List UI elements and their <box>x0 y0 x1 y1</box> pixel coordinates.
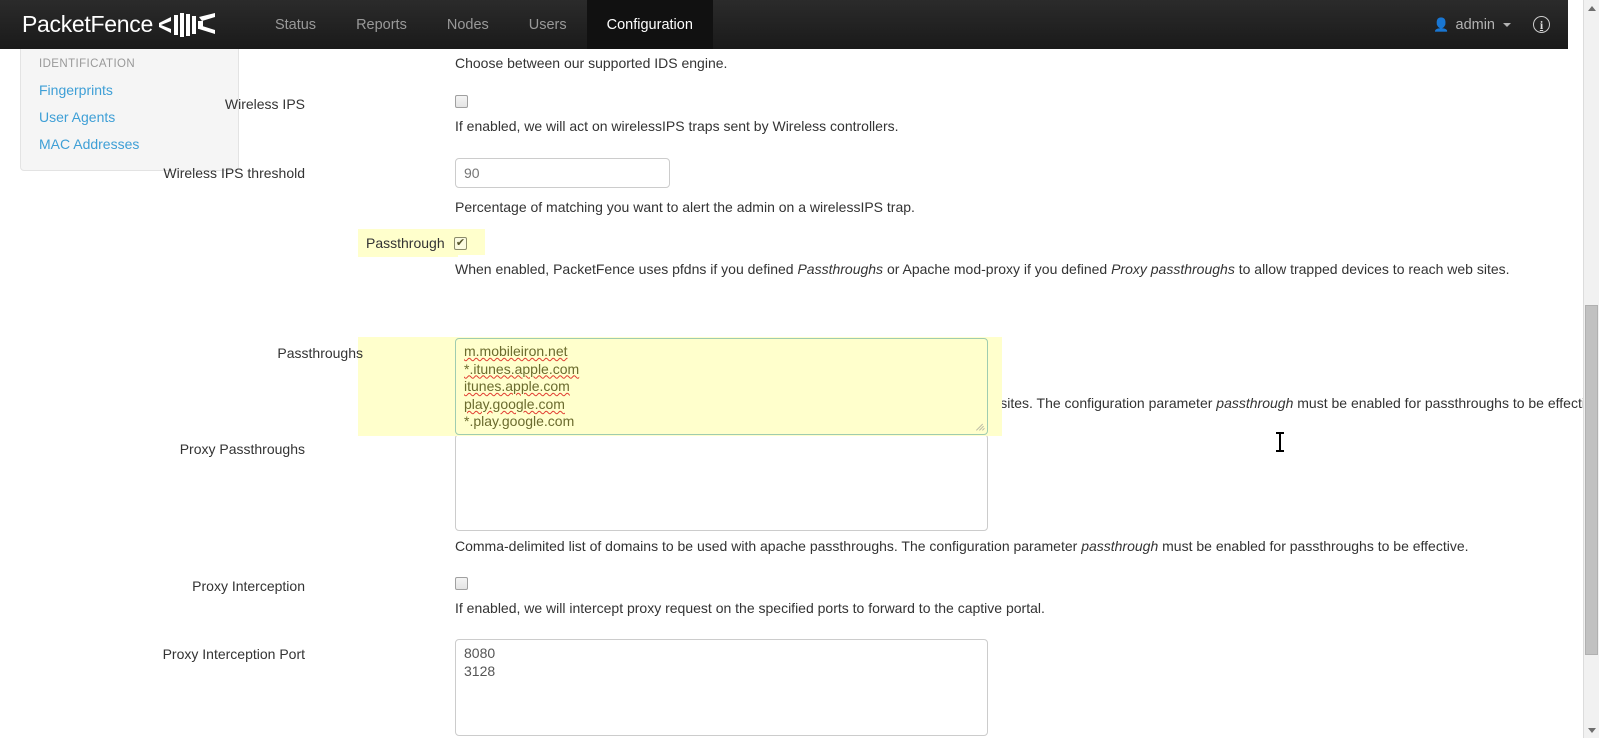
nav-item-reports[interactable]: Reports <box>336 0 427 49</box>
scrollbar-thumb[interactable] <box>1585 305 1598 655</box>
nav-item-status[interactable]: Status <box>255 0 336 49</box>
proxy-interception-label: Proxy Interception <box>192 578 305 594</box>
wireless-ips-threshold-label: Wireless IPS threshold <box>163 165 305 181</box>
passthroughs-line: itunes.apple.com <box>464 378 570 395</box>
page-scrollbar[interactable] <box>1583 0 1599 738</box>
passthroughs-line: m.mobileiron.net <box>464 343 568 359</box>
main-nav: Status Reports Nodes Users Configuration <box>255 0 713 49</box>
passthroughs-label: Passthroughs <box>277 345 363 361</box>
top-navbar: PacketFence Status Reports Nodes Users C… <box>0 0 1568 49</box>
passthrough-label: Passthrough <box>358 229 458 257</box>
nav-item-users[interactable]: Users <box>509 0 587 49</box>
configuration-form: Choose between our supported IDS engine.… <box>0 49 1599 738</box>
proxy-interception-checkbox[interactable] <box>455 577 468 590</box>
proxy-interception-port-textarea[interactable] <box>455 639 988 736</box>
passthroughs-textarea[interactable]: m.mobileiron.net *.itunes.apple.com itun… <box>455 338 988 435</box>
brand-logo[interactable]: PacketFence <box>0 0 233 49</box>
proxy-interception-port-label: Proxy Interception Port <box>162 646 305 662</box>
user-menu[interactable]: 👤 admin <box>1433 17 1511 33</box>
nav-item-configuration[interactable]: Configuration <box>586 0 713 49</box>
info-icon[interactable]: i <box>1533 16 1550 33</box>
user-menu-label: admin <box>1455 16 1496 33</box>
brand-name: PacketFence <box>22 11 153 37</box>
scroll-down-button[interactable] <box>1584 722 1599 738</box>
wireless-ips-help: If enabled, we will act on wirelessIPS t… <box>455 118 899 134</box>
wireless-ips-threshold-help: Percentage of matching you want to alert… <box>455 199 915 215</box>
navbar-right: 👤 admin i <box>1433 0 1568 49</box>
proxy-interception-help: If enabled, we will intercept proxy requ… <box>455 600 1045 616</box>
user-icon: 👤 <box>1433 16 1450 32</box>
proxy-passthroughs-help: Comma-delimited list of domains to be us… <box>455 538 1469 554</box>
wireless-ips-checkbox[interactable] <box>455 95 468 108</box>
passthroughs-line: *.itunes.apple.com <box>464 360 580 377</box>
ids-engine-help: Choose between our supported IDS engine. <box>455 55 728 71</box>
chevron-down-icon <box>1503 22 1511 27</box>
passthroughs-line: *.play.google.com <box>464 413 575 430</box>
wireless-ips-threshold-input[interactable] <box>455 158 670 188</box>
proxy-passthroughs-label: Proxy Passthroughs <box>179 441 305 457</box>
nav-item-nodes[interactable]: Nodes <box>427 0 509 49</box>
proxy-passthroughs-textarea[interactable] <box>455 434 988 531</box>
passthrough-checkbox[interactable] <box>454 237 467 250</box>
wireless-ips-label: Wireless IPS <box>224 96 305 112</box>
chevron-down-icon <box>1587 727 1596 733</box>
packetfence-logo-icon <box>158 12 215 38</box>
chevron-up-icon <box>1587 5 1596 11</box>
passthrough-help: When enabled, PacketFence uses pfdns if … <box>455 261 1510 277</box>
passthroughs-line: play.google.com <box>464 395 565 412</box>
scroll-up-button[interactable] <box>1584 0 1599 16</box>
